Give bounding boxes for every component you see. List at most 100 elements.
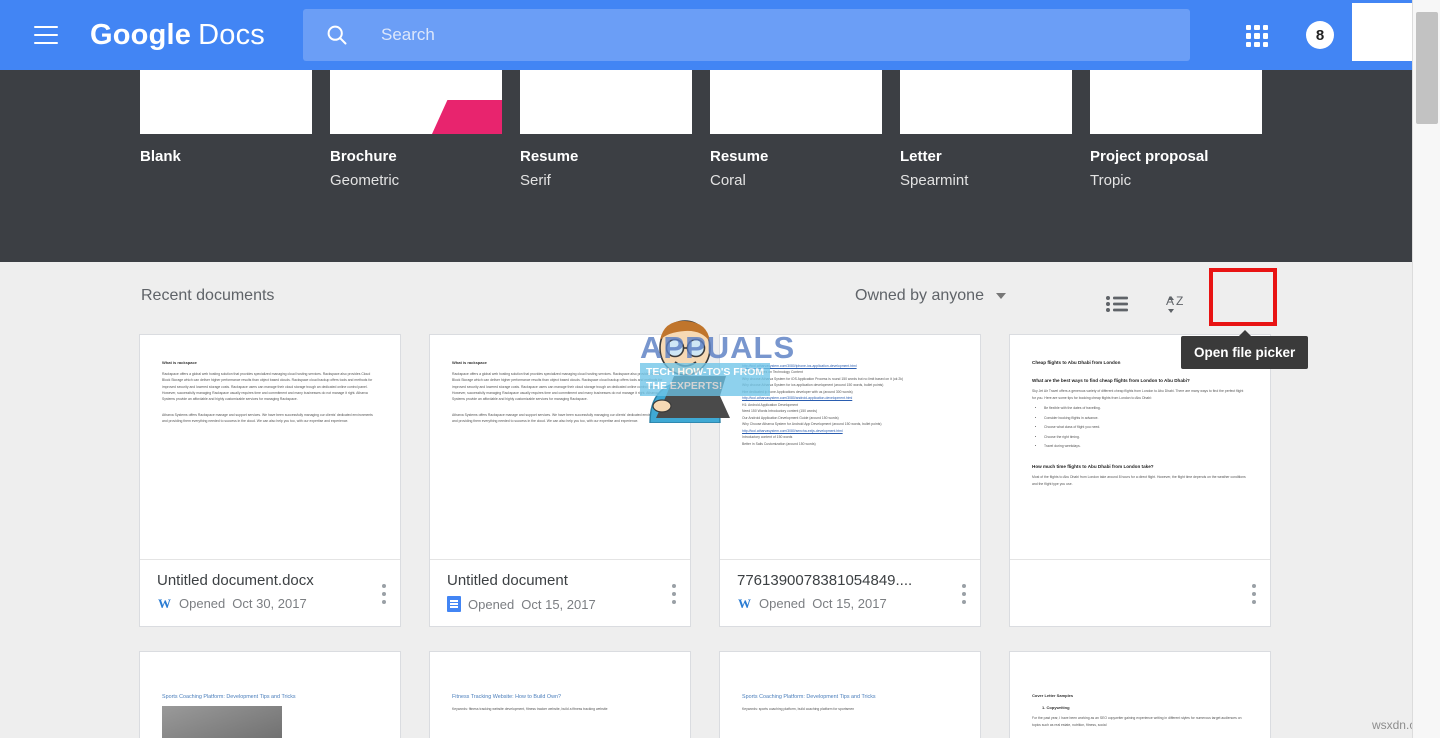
document-status: Opened	[179, 596, 225, 611]
document-card[interactable]: Fitness Tracking Website: How to Build O…	[429, 651, 691, 738]
preview-answer-1: Sky Jet Air Travel offers a generous var…	[1032, 389, 1243, 399]
document-more-options-button[interactable]	[1252, 584, 1256, 608]
preview-line: Our Android Application Development Guid…	[742, 416, 839, 420]
document-title: Untitled document	[447, 572, 676, 589]
list-item: Consider booking flights in advance.	[1044, 415, 1248, 421]
document-card-footer: Untitled document.docx W Opened Oct 30, …	[140, 560, 400, 626]
preview-heading: Fitness Tracking Website: How to Build O…	[452, 692, 668, 702]
document-preview-text: http://tool.atharvasystem.com/3080/iphon…	[720, 335, 980, 471]
preview-body: Rackspace offers a global web hosting so…	[452, 372, 662, 402]
sort-button[interactable]: A Z	[1157, 282, 1201, 326]
document-card[interactable]: Sports Coaching Platform: Development Ti…	[139, 651, 401, 738]
template-subtitle: Spearmint	[900, 172, 1080, 189]
owner-filter-dropdown[interactable]: Owned by anyone	[855, 287, 1006, 305]
preview-heading: What is rackspace	[162, 359, 378, 367]
document-thumbnail[interactable]: Fitness Tracking Website: How to Build O…	[430, 652, 690, 738]
template-name: Project proposal	[1090, 148, 1270, 165]
document-meta: W Opened Oct 15, 2017	[737, 596, 966, 611]
template-name: Brochure	[330, 148, 510, 165]
preview-heading: Sports Coaching Platform: Development Ti…	[742, 692, 958, 702]
document-preview-text: Cover Letter Samples 1. Copywriting For …	[1010, 652, 1270, 738]
list-item: Be flexible with the dates of travelling…	[1044, 405, 1248, 411]
google-docs-icon	[447, 596, 461, 612]
preview-line: Hire dedicated ip hone Applications deve…	[742, 390, 853, 394]
apps-grid-icon[interactable]	[1246, 25, 1268, 47]
app-logo[interactable]: GoogleDocs	[90, 19, 265, 52]
word-file-icon: W	[157, 596, 172, 611]
template-name: Blank	[140, 148, 320, 165]
list-item: Choose the right timing.	[1044, 434, 1248, 440]
template-subtitle: Serif	[520, 172, 700, 189]
svg-text:Z: Z	[1176, 294, 1183, 308]
preview-line: Why choose Atharva System for iOS Applic…	[742, 377, 903, 381]
search-icon	[325, 23, 349, 47]
document-status: Opened	[468, 597, 514, 612]
recent-documents-section: Recent documents Owned by anyone A Z	[0, 262, 1412, 738]
preview-heading: Cheap flights to Abu Dhabi from London	[1032, 360, 1120, 365]
document-title: 7761390078381054849....	[737, 572, 966, 589]
search-input[interactable]	[381, 25, 1081, 45]
brochure-footer-shape	[432, 100, 502, 134]
document-status: Opened	[759, 596, 805, 611]
document-thumbnail[interactable]: Sports Coaching Platform: Development Ti…	[140, 652, 400, 738]
document-card[interactable]: Sports Coaching Platform: Development Ti…	[719, 651, 981, 738]
document-date: Oct 15, 2017	[812, 596, 886, 611]
document-date: Oct 30, 2017	[232, 596, 306, 611]
document-thumbnail[interactable]: Cover Letter Samples 1. Copywriting For …	[1010, 652, 1270, 738]
document-card[interactable]: What is rackspace Rackspace offers a glo…	[139, 334, 401, 627]
avatar[interactable]: 8	[1306, 21, 1334, 49]
preview-line: Need 150 Words Introductory content (150…	[742, 409, 817, 413]
template-subtitle: Geometric	[330, 172, 510, 189]
file-picker-tooltip: Open file picker	[1181, 336, 1308, 369]
preview-line: H1: Android Application Development	[742, 403, 798, 407]
brand-docs: Docs	[198, 19, 265, 51]
documents-toolbar: Recent documents Owned by anyone A Z	[0, 262, 1412, 330]
hamburger-menu-icon[interactable]	[34, 26, 58, 44]
document-thumbnail[interactable]: Sports Coaching Platform: Development Ti…	[720, 652, 980, 738]
preview-heading: What is rackspace	[452, 359, 668, 367]
chevron-down-icon	[996, 293, 1006, 299]
preview-link: http://tool.atharvasystem.com/3080/andro…	[742, 395, 958, 401]
document-more-options-button[interactable]	[382, 584, 386, 608]
brand-google: Google	[90, 19, 191, 51]
preview-line: Need 150 Pages on Technology Content	[742, 370, 803, 374]
preview-body: For the past year, I have been working a…	[1032, 716, 1242, 726]
recent-documents-title: Recent documents	[141, 287, 274, 305]
document-more-options-button[interactable]	[962, 584, 966, 608]
preview-image	[162, 706, 282, 738]
search-bar[interactable]	[303, 9, 1190, 61]
document-meta: W Opened Oct 30, 2017	[157, 596, 386, 611]
preview-heading: Sports Coaching Platform: Development Ti…	[162, 692, 378, 702]
document-card[interactable]: Cover Letter Samples 1. Copywriting For …	[1009, 651, 1271, 738]
preview-link: http://tool.atharvasystem.com/3080/iphon…	[742, 363, 958, 369]
app-header: GoogleDocs 8	[0, 0, 1412, 70]
preview-body: Keywords: fitness tracking website devel…	[452, 707, 607, 711]
preview-body-2: Atharva Systems offers Rackspace manage …	[162, 413, 373, 423]
document-preview-text: What is rackspace Rackspace offers a glo…	[430, 335, 690, 449]
document-preview-text: Sports Coaching Platform: Development Ti…	[720, 652, 980, 737]
list-item: Travel during weekdays.	[1044, 443, 1248, 449]
scrollbar-thumb[interactable]	[1416, 12, 1438, 124]
vertical-scrollbar[interactable]	[1412, 0, 1440, 738]
document-title: Untitled document.docx	[157, 572, 386, 589]
template-name: Resume	[710, 148, 890, 165]
documents-grid: What is rackspace Rackspace offers a glo…	[139, 334, 1279, 738]
document-thumbnail[interactable]: What is rackspace Rackspace offers a glo…	[140, 335, 400, 560]
document-thumbnail[interactable]: http://tool.atharvasystem.com/3080/iphon…	[720, 335, 980, 560]
document-preview-text: What is rackspace Rackspace offers a glo…	[140, 335, 400, 449]
document-card-footer: 7761390078381054849.... W Opened Oct 15,…	[720, 560, 980, 626]
preview-line: Introductory content of 150 words	[742, 435, 792, 439]
owner-filter-label: Owned by anyone	[855, 287, 984, 305]
list-item: Choose what class of flight you need.	[1044, 424, 1248, 430]
template-name: Resume	[520, 148, 700, 165]
list-view-button[interactable]	[1095, 282, 1139, 326]
document-card[interactable]: http://tool.atharvasystem.com/3080/iphon…	[719, 334, 981, 627]
document-thumbnail[interactable]: What is rackspace Rackspace offers a glo…	[430, 335, 690, 560]
header-blank-area	[1352, 3, 1416, 61]
list-view-icon	[1106, 296, 1128, 312]
document-meta: Opened Oct 15, 2017	[447, 596, 676, 612]
document-card-footer	[1010, 560, 1270, 626]
document-card[interactable]: What is rackspace Rackspace offers a glo…	[429, 334, 691, 627]
document-card[interactable]: Cheap flights to Abu Dhabi from London W…	[1009, 334, 1271, 627]
document-more-options-button[interactable]	[672, 584, 676, 608]
